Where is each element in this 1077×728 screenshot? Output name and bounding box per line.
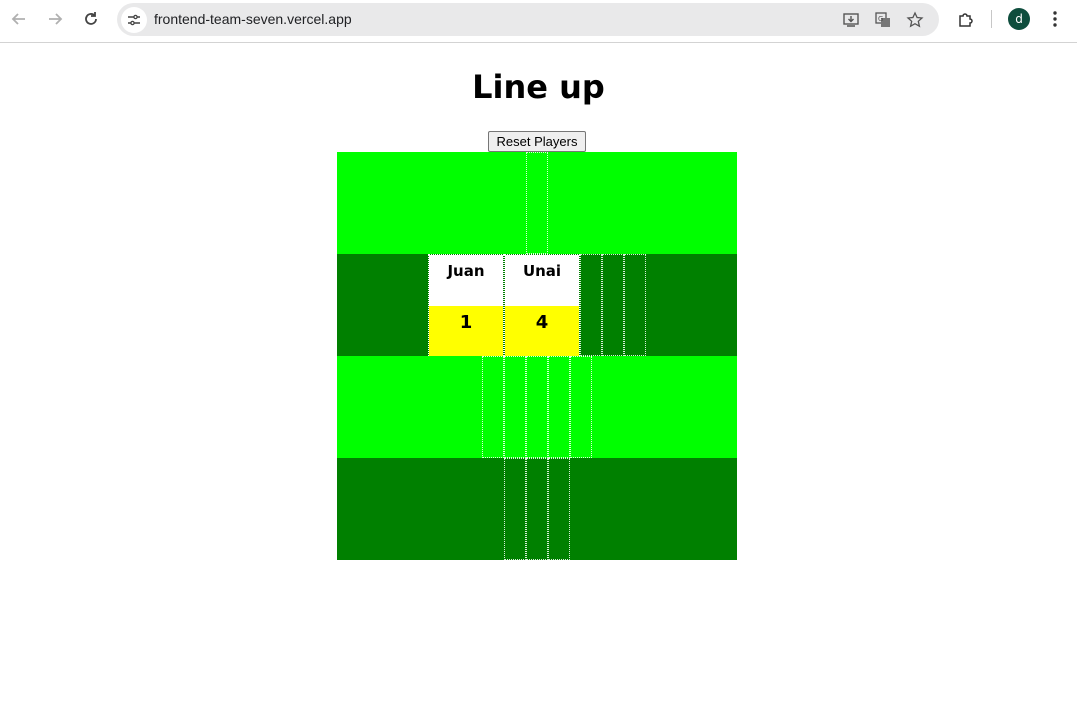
empty-slot[interactable] [526, 152, 548, 254]
empty-slot[interactable] [580, 254, 602, 356]
player-number: 4 [505, 306, 579, 357]
back-icon[interactable] [8, 8, 30, 30]
empty-slot[interactable] [482, 356, 504, 458]
empty-slot[interactable] [504, 356, 526, 458]
translate-icon[interactable]: G [872, 9, 894, 31]
address-bar[interactable]: frontend-team-seven.vercel.app G [117, 3, 939, 36]
lineup-row-3[interactable] [337, 356, 737, 458]
player-card[interactable]: Unai 4 [504, 254, 580, 357]
lineup-field: Juan 1 Unai 4 [337, 152, 737, 560]
empty-slot[interactable] [548, 356, 570, 458]
player-name: Unai [505, 255, 579, 306]
extensions-icon[interactable] [955, 8, 977, 30]
empty-slot[interactable] [526, 356, 548, 458]
empty-slot[interactable] [504, 458, 526, 560]
browser-toolbar: frontend-team-seven.vercel.app G d [0, 0, 1077, 43]
profile-avatar[interactable]: d [1008, 8, 1030, 30]
empty-slot[interactable] [602, 254, 624, 356]
lineup-row-1[interactable] [337, 152, 737, 254]
reload-icon[interactable] [80, 8, 102, 30]
lineup-row-4[interactable] [337, 458, 737, 560]
svg-text:G: G [878, 15, 883, 23]
url-text: frontend-team-seven.vercel.app [154, 11, 352, 27]
empty-slot[interactable] [624, 254, 646, 356]
empty-slot[interactable] [526, 458, 548, 560]
reset-players-button[interactable]: Reset Players [488, 131, 586, 152]
bookmark-star-icon[interactable] [904, 9, 926, 31]
toolbar-separator [991, 10, 992, 28]
lineup-row-2[interactable]: Juan 1 Unai 4 [337, 254, 737, 357]
page-title: Line up [472, 68, 605, 106]
forward-icon[interactable] [44, 8, 66, 30]
player-name: Juan [429, 255, 503, 306]
empty-slot[interactable] [548, 458, 570, 560]
player-card[interactable]: Juan 1 [428, 254, 504, 357]
empty-slot[interactable] [570, 356, 592, 458]
install-app-icon[interactable] [840, 9, 862, 31]
player-number: 1 [429, 306, 503, 357]
more-menu-icon[interactable] [1044, 8, 1066, 30]
site-info-icon[interactable] [121, 7, 147, 33]
